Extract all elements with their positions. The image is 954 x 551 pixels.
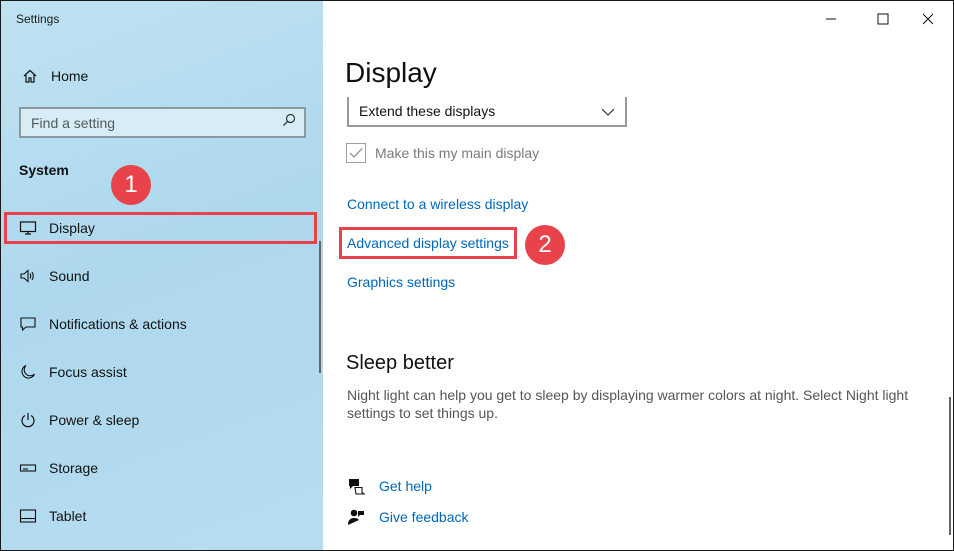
give-feedback-link[interactable]: Give feedback <box>345 508 469 526</box>
home-label: Home <box>51 68 89 84</box>
sidebar-item-label: Focus assist <box>49 364 127 380</box>
feedback-icon <box>345 508 367 526</box>
multiple-displays-dropdown[interactable]: Extend these displays <box>347 97 627 127</box>
app-title: Settings <box>16 12 60 26</box>
give-feedback-label: Give feedback <box>379 509 469 525</box>
sidebar: Settings Home System Display Sound <box>1 1 323 550</box>
advanced-settings-highlight-box <box>339 227 517 259</box>
search-icon[interactable] <box>282 113 296 132</box>
home-button[interactable]: Home <box>7 61 313 91</box>
main-content: Display Extend these displays Make this … <box>323 1 953 550</box>
close-button[interactable] <box>906 5 950 33</box>
main-display-checkbox-label: Make this my main display <box>375 145 540 161</box>
step-2-badge: 2 <box>525 225 565 265</box>
sidebar-item-label: Tablet <box>49 508 87 524</box>
main-scrollbar[interactable] <box>949 397 951 535</box>
main-display-checkbox[interactable] <box>346 143 366 163</box>
minimize-button[interactable] <box>809 5 853 33</box>
sleep-better-description: Night light can help you get to sleep by… <box>347 387 909 421</box>
sidebar-item-focus-assist[interactable]: Focus assist <box>7 357 313 387</box>
page-title: Display <box>345 57 437 88</box>
sidebar-item-label: Notifications & actions <box>49 316 187 332</box>
close-icon <box>922 13 934 25</box>
main-display-checkbox-row[interactable]: Make this my main display <box>346 143 539 163</box>
sidebar-item-label: Power & sleep <box>49 412 140 428</box>
sidebar-item-tablet[interactable]: Tablet <box>7 501 313 531</box>
sidebar-item-notifications[interactable]: Notifications & actions <box>7 309 313 339</box>
sidebar-item-label: Sound <box>49 268 90 284</box>
display-highlight-box <box>4 212 317 244</box>
notifications-icon <box>17 316 39 332</box>
sleep-better-title: Sleep better <box>346 352 454 374</box>
get-help-link[interactable]: Get help <box>345 477 432 495</box>
moon-icon <box>17 364 39 380</box>
storage-icon <box>17 461 39 475</box>
sidebar-item-label: Storage <box>49 460 99 476</box>
step-1-badge: 1 <box>111 165 151 205</box>
search-input[interactable] <box>31 114 271 131</box>
graphics-settings-link[interactable]: Graphics settings <box>347 274 455 290</box>
connect-wireless-display-link[interactable]: Connect to a wireless display <box>347 196 528 212</box>
power-icon <box>17 412 39 428</box>
speaker-icon <box>17 268 39 284</box>
dropdown-value: Extend these displays <box>359 103 496 119</box>
get-help-label: Get help <box>379 478 432 494</box>
help-chat-icon <box>345 477 367 495</box>
sidebar-item-storage[interactable]: Storage <box>7 453 313 483</box>
checkmark-icon <box>349 148 363 159</box>
maximize-button[interactable] <box>861 5 905 33</box>
sidebar-item-sound[interactable]: Sound <box>7 261 313 291</box>
chevron-down-icon <box>601 103 615 119</box>
settings-window: Settings Home System Display Sound <box>0 0 954 551</box>
minimize-icon <box>826 18 836 20</box>
home-icon <box>19 68 41 84</box>
section-label: System <box>19 162 69 178</box>
tablet-icon <box>17 508 39 524</box>
maximize-icon <box>877 13 889 25</box>
sidebar-scrollbar[interactable] <box>319 241 321 373</box>
sidebar-item-power-sleep[interactable]: Power & sleep <box>7 405 313 435</box>
search-box[interactable] <box>19 107 306 138</box>
